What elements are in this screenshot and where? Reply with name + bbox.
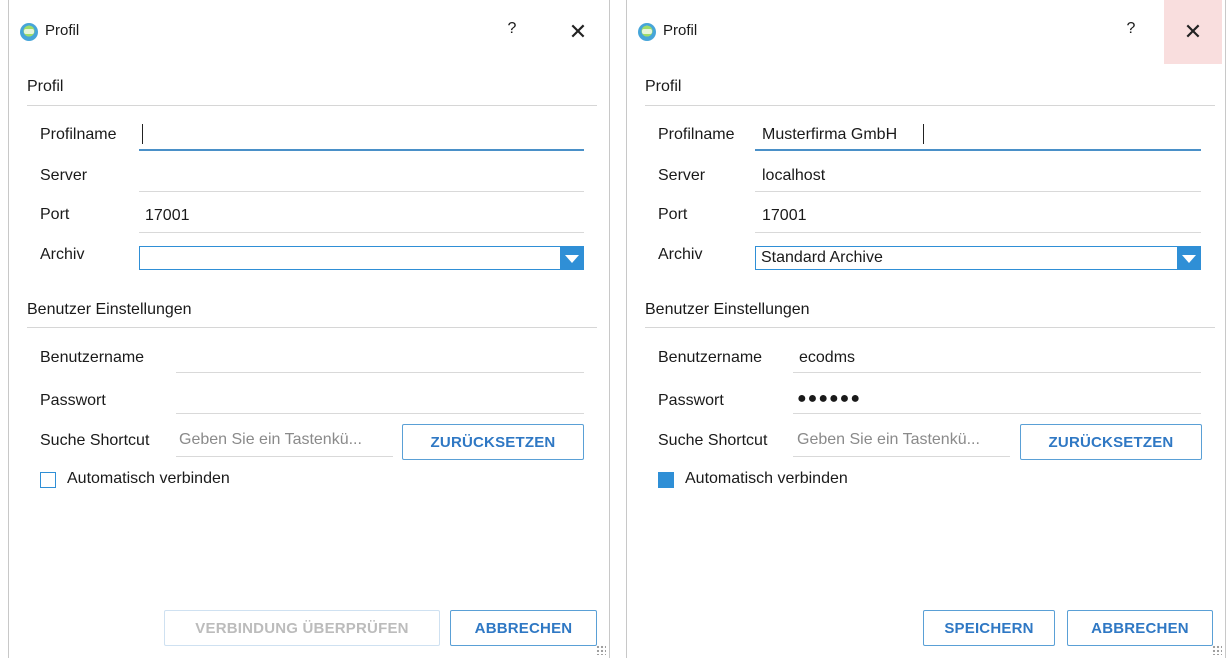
title-bar[interactable]: Profil ? ✕ xyxy=(627,0,1225,64)
window-title: Profil xyxy=(45,22,80,39)
profilname-underline xyxy=(755,149,1201,151)
chevron-down-icon[interactable] xyxy=(1177,246,1201,270)
profilname-label: Profilname xyxy=(40,126,117,143)
shortcut-label: Suche Shortcut xyxy=(40,432,150,449)
section-title-profile: Profil xyxy=(645,78,682,95)
archiv-select[interactable]: Standard Archive xyxy=(755,246,1201,270)
archiv-label: Archiv xyxy=(40,246,85,263)
password-input[interactable]: ●●●●●● xyxy=(797,390,861,408)
chevron-down-icon[interactable] xyxy=(560,246,584,270)
ecodms-logo-icon xyxy=(638,23,656,41)
port-input[interactable]: 17001 xyxy=(762,207,807,225)
verify-connection-button[interactable]: VERBINDUNG ÜBERPRÜFEN xyxy=(164,610,440,646)
profilname-input[interactable]: Musterfirma GmbH xyxy=(762,126,897,144)
username-underline xyxy=(793,372,1201,373)
auto-connect-checkbox[interactable] xyxy=(658,472,674,488)
port-input[interactable]: 17001 xyxy=(145,207,190,225)
server-underline xyxy=(755,191,1201,192)
cancel-button[interactable]: ABBRECHEN xyxy=(450,610,597,646)
reset-shortcut-button[interactable]: ZURÜCKSETZEN xyxy=(402,424,584,460)
port-label: Port xyxy=(40,206,70,223)
profile-dialog-filled: Profil ? ✕ Profil Profilname Musterfirma… xyxy=(626,0,1226,658)
shortcut-label: Suche Shortcut xyxy=(658,432,768,449)
cancel-button[interactable]: ABBRECHEN xyxy=(1067,610,1213,646)
auto-connect-checkbox[interactable] xyxy=(40,472,56,488)
divider xyxy=(27,105,597,106)
password-label: Passwort xyxy=(40,392,106,409)
profile-dialog-empty: Profil ? ✕ Profil Profilname Server Port… xyxy=(8,0,610,658)
shortcut-underline xyxy=(176,456,393,457)
username-underline xyxy=(176,372,584,373)
archiv-label: Archiv xyxy=(658,246,703,263)
divider xyxy=(645,105,1215,106)
text-caret xyxy=(923,124,924,144)
window-title: Profil xyxy=(663,22,698,39)
username-label: Benutzername xyxy=(658,349,763,366)
section-title-user-settings: Benutzer Einstellungen xyxy=(645,301,810,318)
title-bar[interactable]: Profil ? ✕ xyxy=(9,12,609,52)
shortcut-input[interactable]: Geben Sie ein Tastenkü... xyxy=(179,431,362,449)
port-underline xyxy=(755,232,1201,233)
server-underline xyxy=(139,191,584,192)
help-icon[interactable]: ? xyxy=(502,20,522,38)
password-label: Passwort xyxy=(658,392,724,409)
reset-shortcut-button[interactable]: ZURÜCKSETZEN xyxy=(1020,424,1202,460)
profilname-label: Profilname xyxy=(658,126,735,143)
archiv-selected-value: Standard Archive xyxy=(761,249,883,266)
ecodms-logo-icon xyxy=(20,23,38,41)
text-caret xyxy=(142,124,143,144)
close-icon[interactable]: ✕ xyxy=(549,12,607,52)
save-button[interactable]: SPEICHERN xyxy=(923,610,1055,646)
password-underline xyxy=(793,413,1201,414)
shortcut-input[interactable]: Geben Sie ein Tastenkü... xyxy=(797,431,980,449)
server-label: Server xyxy=(658,167,706,184)
divider xyxy=(27,327,597,328)
port-label: Port xyxy=(658,206,688,223)
divider xyxy=(645,327,1215,328)
shortcut-underline xyxy=(793,456,1010,457)
password-underline xyxy=(176,413,584,414)
server-label: Server xyxy=(40,167,88,184)
auto-connect-label[interactable]: Automatisch verbinden xyxy=(685,470,848,488)
server-input[interactable]: localhost xyxy=(762,167,825,185)
port-underline xyxy=(139,232,584,233)
help-icon[interactable]: ? xyxy=(1121,20,1141,38)
username-label: Benutzername xyxy=(40,349,145,366)
username-input[interactable]: ecodms xyxy=(799,349,855,367)
auto-connect-label[interactable]: Automatisch verbinden xyxy=(67,470,230,488)
close-icon[interactable]: ✕ xyxy=(1164,0,1222,64)
archiv-select[interactable] xyxy=(139,246,584,270)
profilname-underline xyxy=(139,149,584,151)
resize-grip-icon[interactable] xyxy=(596,645,606,655)
resize-grip-icon[interactable] xyxy=(1212,645,1222,655)
section-title-user-settings: Benutzer Einstellungen xyxy=(27,301,192,318)
section-title-profile: Profil xyxy=(27,78,64,95)
